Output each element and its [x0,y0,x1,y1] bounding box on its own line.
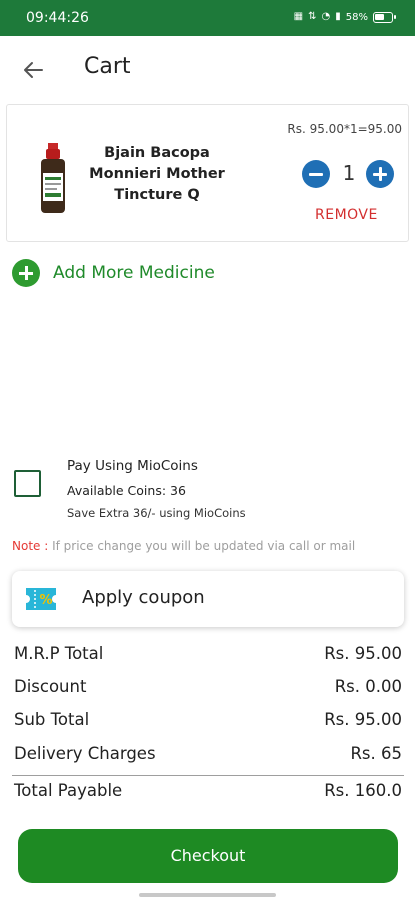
status-bar: 09:44:26 ▦ ⇅ ◔ ▮ 58% [0,0,415,36]
total-payable-row: Total Payable Rs. 160.0 [14,781,402,800]
mrp-total-row: M.R.P Total Rs. 95.00 [14,644,402,663]
cart-item-card: Bjain Bacopa Monnieri Mother Tincture Q … [6,104,409,242]
status-time: 09:44:26 [26,10,89,26]
total-payable-value: Rs. 160.0 [324,781,402,800]
qr-icon: ▦ [293,11,304,22]
quantity-value: 1 [342,161,356,185]
price-change-note: Note : If price change you will be updat… [12,539,355,553]
sub-total-value: Rs. 95.00 [324,710,402,729]
battery-icon [373,11,396,23]
back-arrow-icon[interactable] [18,55,48,85]
mrp-total-value: Rs. 95.00 [324,644,402,663]
app-bar: Cart [0,36,415,102]
discount-label: Discount [14,677,87,696]
add-more-label: Add More Medicine [53,263,215,283]
miocoins-available: Available Coins: 36 [67,483,186,498]
delivery-charges-value: Rs. 65 [350,744,402,763]
delivery-charges-row: Delivery Charges Rs. 65 [14,744,402,763]
miocoins-checkbox[interactable] [14,470,41,497]
decrease-quantity-button[interactable] [302,160,330,188]
note-text: If price change you will be updated via … [48,539,356,553]
discount-value: Rs. 0.00 [334,677,402,696]
apply-coupon-button[interactable]: % Apply coupon [12,571,404,627]
apply-coupon-label: Apply coupon [82,587,205,608]
product-image [41,143,65,213]
status-icons: ▦ ⇅ ◔ ▮ 58% [293,10,396,24]
delivery-charges-label: Delivery Charges [14,744,156,763]
miocoins-title: Pay Using MioCoins [67,458,198,474]
total-payable-label: Total Payable [14,781,123,800]
increase-quantity-button[interactable] [366,160,394,188]
battery-percent: 58% [345,11,368,23]
discount-row: Discount Rs. 0.00 [14,677,402,696]
signal-icon: ▮ [335,11,341,22]
sub-total-label: Sub Total [14,710,90,729]
svg-text:%: % [39,593,52,608]
sub-total-row: Sub Total Rs. 95.00 [14,710,402,729]
add-more-medicine-button[interactable]: Add More Medicine [12,258,215,288]
remove-button[interactable]: REMOVE [315,207,378,223]
gesture-nav-handle [139,893,276,897]
page-title: Cart [84,54,131,79]
price-calculation: Rs. 95.00*1=95.00 [287,122,402,136]
summary-divider [12,775,404,776]
checkout-button[interactable]: Checkout [18,829,398,883]
product-name: Bjain Bacopa Monnieri Mother Tincture Q [89,145,225,203]
coupon-icon: % [26,588,56,610]
mrp-total-label: M.R.P Total [14,644,104,663]
miocoins-save-text: Save Extra 36/- using MioCoins [67,506,246,520]
wifi-icon: ◔ [321,11,331,22]
data-icon: ⇅ [308,11,317,22]
note-label: Note : [12,539,49,553]
add-circle-icon [12,259,40,287]
